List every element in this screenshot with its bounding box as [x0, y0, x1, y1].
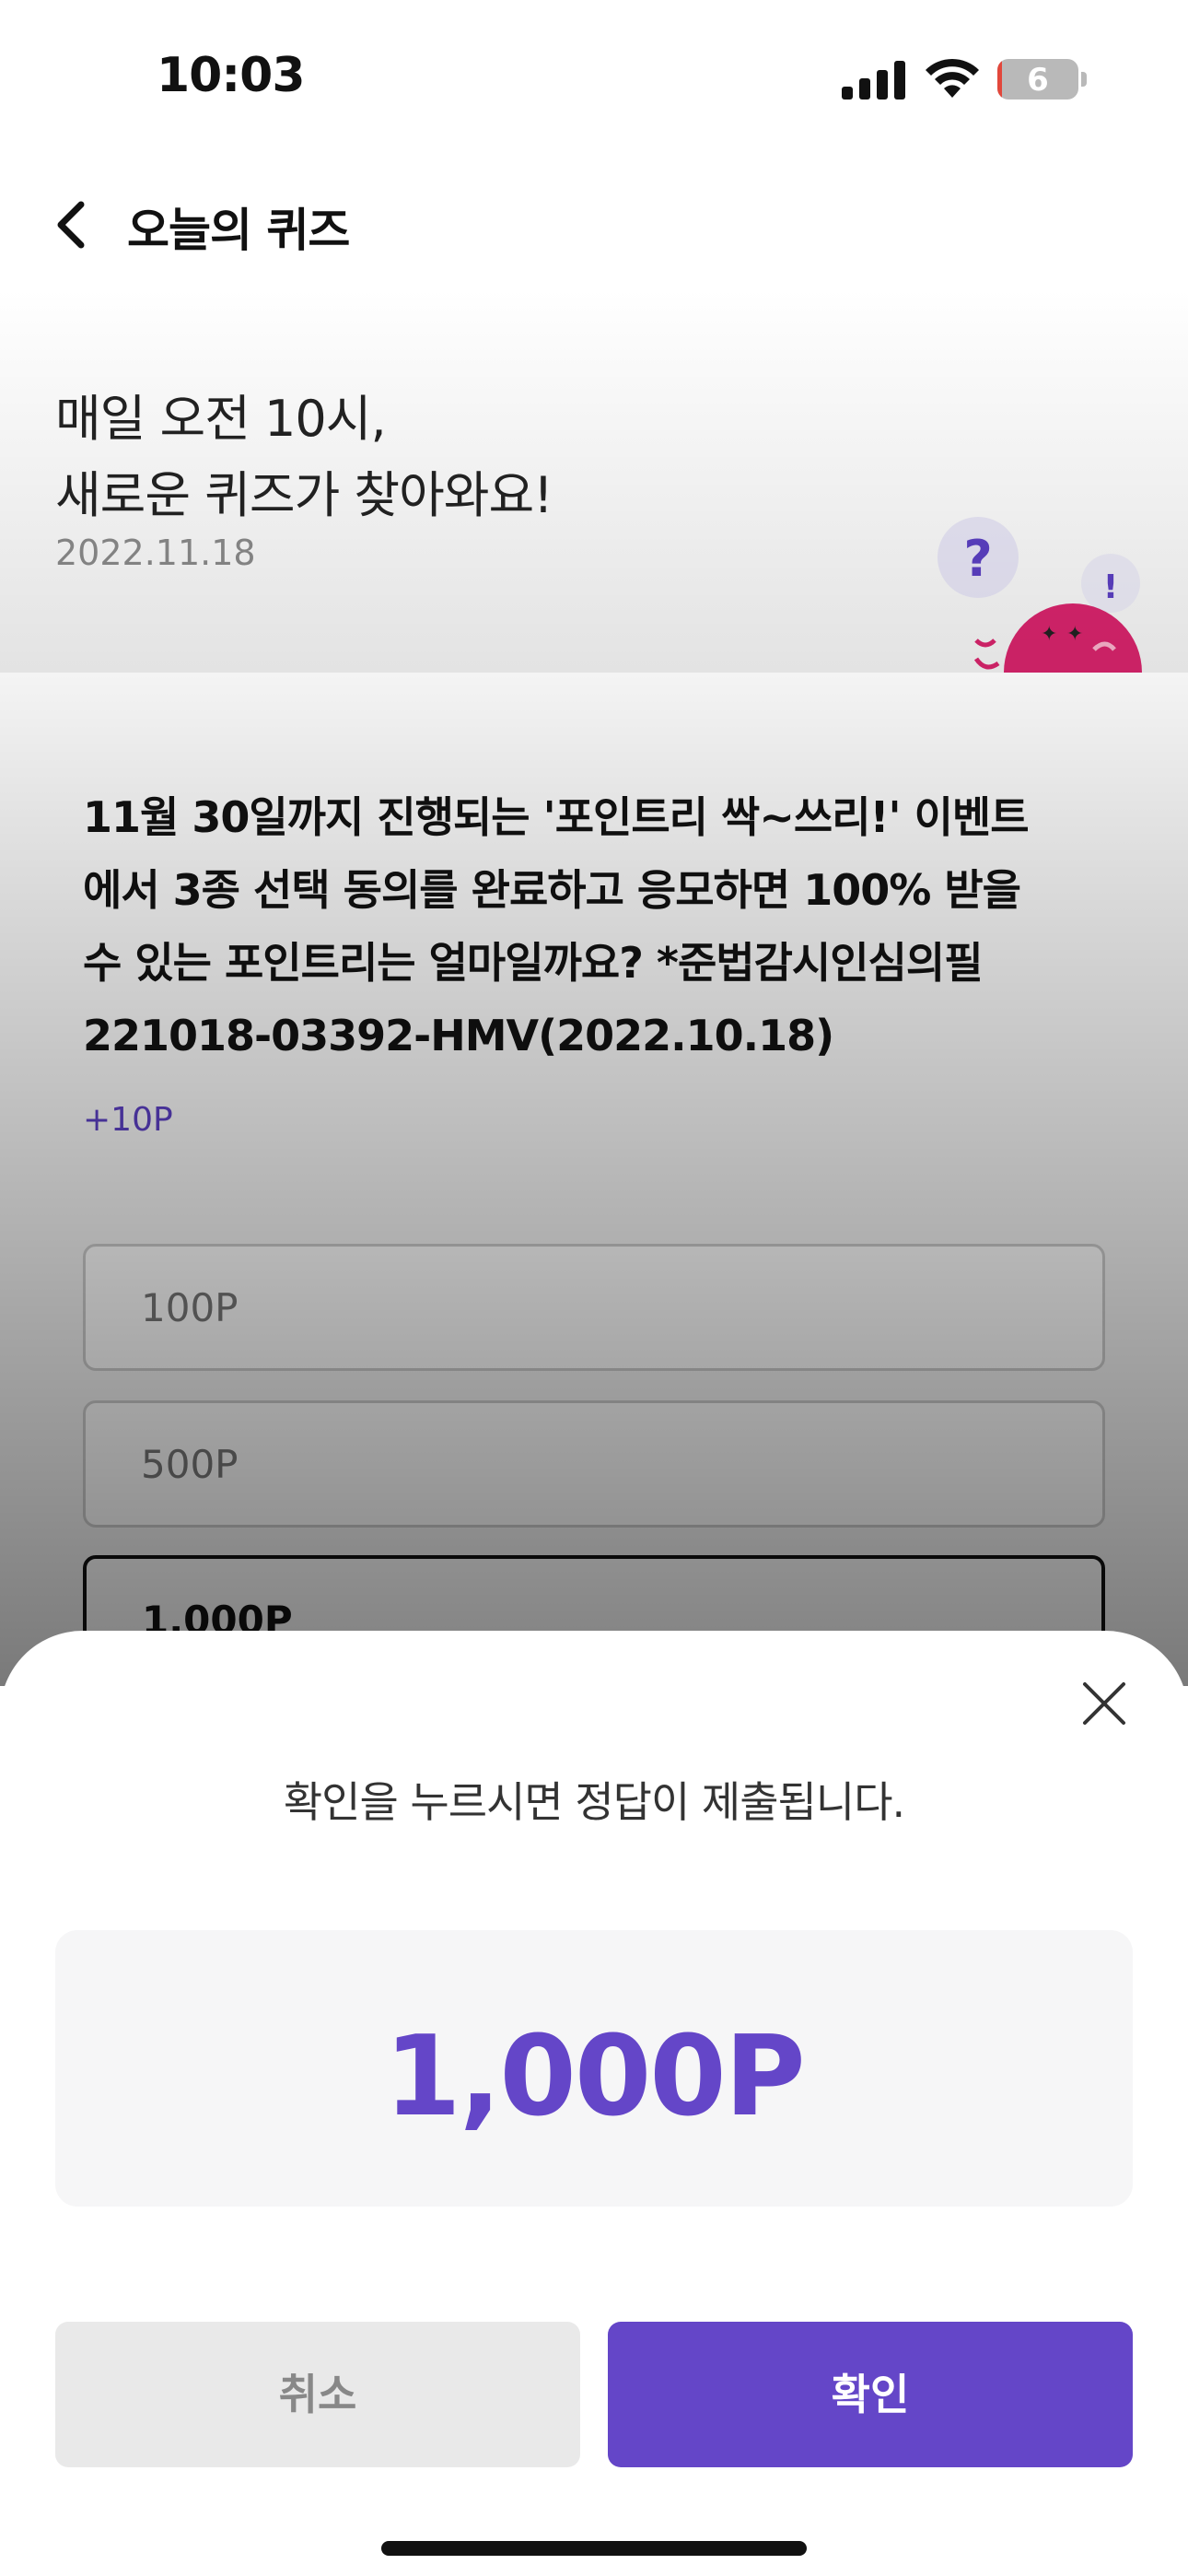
- answer-option-2[interactable]: 500P: [83, 1400, 1105, 1528]
- answer-option-1[interactable]: 100P: [83, 1244, 1105, 1371]
- battery-icon: 6: [997, 59, 1078, 100]
- signal-icon: [842, 61, 905, 100]
- mascot-icon: ? ! ✦ ✦: [938, 517, 1142, 673]
- status-time: 10:03: [157, 48, 306, 103]
- home-indicator: [381, 2541, 807, 2556]
- mascot-exclamation-mark: !: [1103, 568, 1118, 606]
- header-line2: 새로운 퀴즈가 찾아와요!: [55, 466, 553, 524]
- question-line: 수 있는 포인트리는 얼마일까요? *준법감시인심의필: [83, 938, 984, 988]
- battery-tip: [1081, 72, 1087, 87]
- selected-answer-value: 1,000P: [384, 2013, 806, 2141]
- mascot-question-mark: ?: [963, 530, 992, 588]
- question-line: 에서 3종 선택 동의를 완료하고 응모하면 100% 받을: [83, 865, 1021, 915]
- quiz-header: 매일 오전 10시, 새로운 퀴즈가 찾아와요! 2022.11.18 ? ! …: [0, 286, 1188, 673]
- question-line: 221018-03392-HMV(2022.10.18): [83, 1011, 834, 1060]
- page-title: 오늘의 퀴즈: [127, 204, 350, 257]
- option-label: 100P: [141, 1285, 239, 1330]
- quiz-body: 11월 30일까지 진행되는 '포인트리 싹~쓰리!' 이벤트 에서 3종 선택…: [0, 673, 1188, 1686]
- confirm-button[interactable]: 확인: [608, 2322, 1133, 2467]
- question-line: 11월 30일까지 진행되는 '포인트리 싹~쓰리!' 이벤트: [83, 792, 1030, 842]
- nav-bar: 오늘의 퀴즈: [0, 184, 1188, 267]
- selected-answer-box: 1,000P: [55, 1930, 1133, 2207]
- status-bar: 10:03 6: [0, 0, 1188, 157]
- svg-text:✦: ✦: [1041, 623, 1057, 646]
- quiz-date: 2022.11.18: [55, 533, 256, 573]
- cancel-button[interactable]: 취소: [55, 2322, 580, 2467]
- svg-text:✦: ✦: [1066, 623, 1083, 646]
- confirm-bottom-sheet: 확인을 누르시면 정답이 제출됩니다. 1,000P 취소 확인: [0, 1631, 1188, 2576]
- reward-points: +10P: [83, 1101, 173, 1139]
- option-label: 500P: [141, 1442, 239, 1487]
- battery-level: 6: [1027, 62, 1049, 99]
- close-icon[interactable]: [1077, 1677, 1131, 1730]
- header-line1: 매일 오전 10시,: [55, 390, 387, 448]
- chevron-left-icon[interactable]: [50, 197, 96, 252]
- confirm-message: 확인을 누르시면 정답이 제출됩니다.: [283, 1777, 905, 1827]
- wifi-icon: [926, 58, 979, 98]
- quiz-question: 11월 30일까지 진행되는 '포인트리 싹~쓰리!' 이벤트 에서 3종 선택…: [83, 781, 1114, 1072]
